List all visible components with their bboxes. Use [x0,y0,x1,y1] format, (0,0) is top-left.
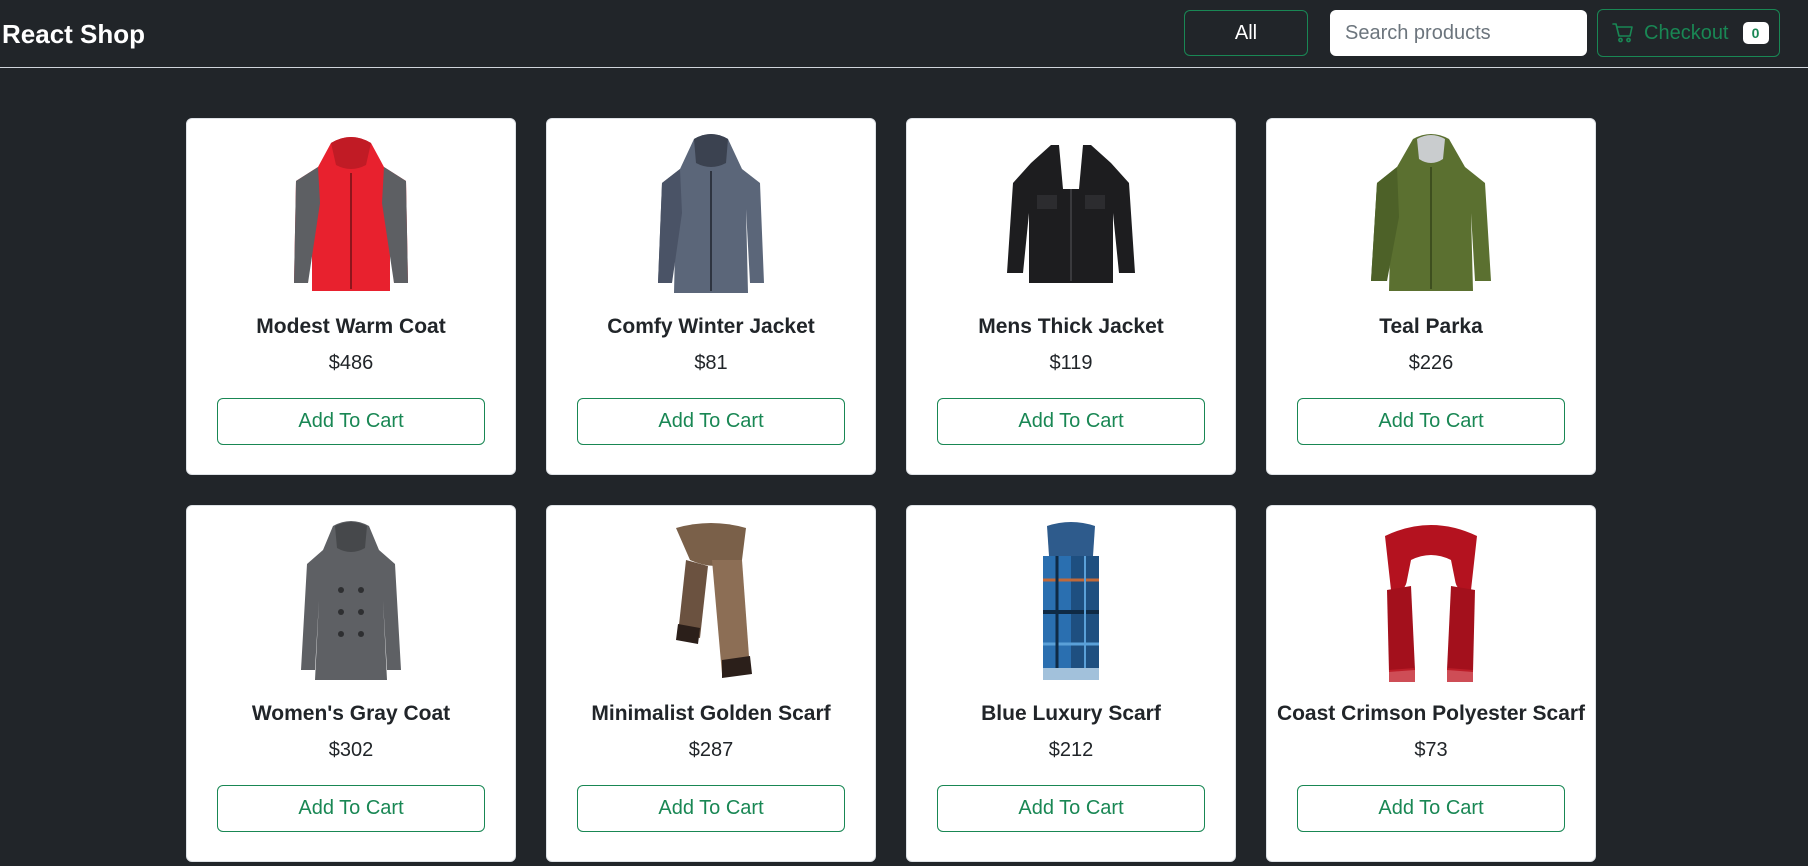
brand-title[interactable]: React Shop [2,16,145,52]
product-name: Blue Luxury Scarf [981,702,1161,725]
cart-count-badge: 0 [1742,22,1769,44]
product-price: $119 [1049,352,1093,374]
blue-plaid-scarf-icon [986,520,1156,686]
checkout-label: Checkout [1644,21,1729,44]
product-card: Mens Thick Jacket $119 Add To Cart [906,118,1236,475]
product-name: Mens Thick Jacket [978,315,1164,338]
product-price: $73 [1414,739,1448,761]
product-price: $302 [328,739,374,761]
red-jacket-icon [266,133,436,299]
add-to-cart-button[interactable]: Add To Cart [1297,398,1565,445]
product-card: Modest Warm Coat $486 Add To Cart [186,118,516,475]
add-to-cart-button[interactable]: Add To Cart [217,398,485,445]
product-price: $226 [1408,352,1454,374]
add-to-cart-button[interactable]: Add To Cart [217,785,485,832]
category-filter-button[interactable]: All [1184,10,1308,56]
crimson-scarf-icon [1346,520,1516,686]
add-to-cart-button[interactable]: Add To Cart [577,785,845,832]
product-card: Minimalist Golden Scarf $287 Add To Cart [546,505,876,862]
brown-scarf-icon [626,520,796,686]
checkout-button[interactable]: Checkout 0 [1597,9,1780,57]
product-price: $212 [1048,739,1094,761]
product-name: Comfy Winter Jacket [607,315,815,338]
product-card: Teal Parka $226 Add To Cart [1266,118,1596,475]
product-price: $287 [688,739,734,761]
product-card: Coast Crimson Polyester Scarf $73 Add To… [1266,505,1596,862]
product-name: Minimalist Golden Scarf [591,702,831,725]
gray-coat-icon [266,520,436,686]
add-to-cart-button[interactable]: Add To Cart [937,785,1205,832]
product-name: Teal Parka [1379,315,1483,338]
navbar: React Shop All Checkout 0 [0,0,1808,68]
add-to-cart-button[interactable]: Add To Cart [1297,785,1565,832]
product-name: Women's Gray Coat [251,702,451,725]
product-card: Blue Luxury Scarf $212 Add To Cart [906,505,1236,862]
add-to-cart-button[interactable]: Add To Cart [937,398,1205,445]
product-card: Women's Gray Coat $302 Add To Cart [186,505,516,862]
product-name: Coast Crimson Polyester Scarf [1276,702,1586,725]
add-to-cart-button[interactable]: Add To Cart [577,398,845,445]
green-parka-icon [1346,133,1516,299]
product-price: $81 [694,352,728,374]
black-jacket-icon [986,133,1156,299]
gray-blue-jacket-icon [626,133,796,299]
search-input[interactable] [1330,10,1587,56]
product-name: Modest Warm Coat [256,315,446,338]
product-price: $486 [328,352,374,374]
cart-icon [1612,22,1634,44]
product-card: Comfy Winter Jacket $81 Add To Cart [546,118,876,475]
